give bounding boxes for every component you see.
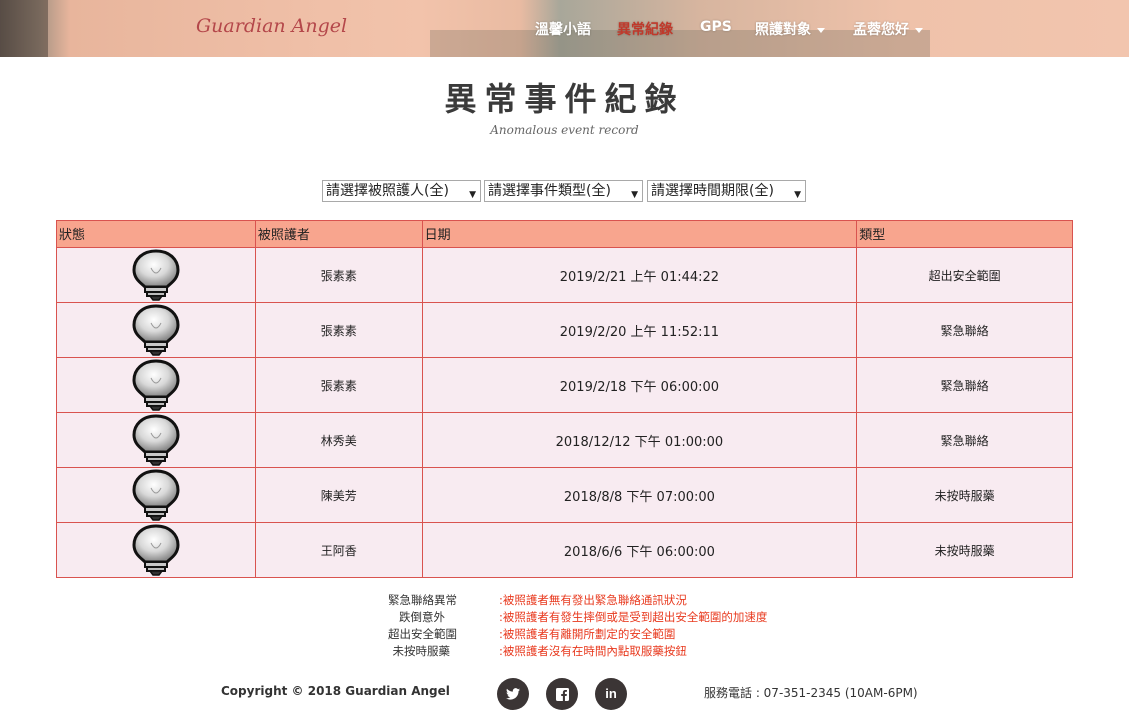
- nav-item-label: 照護對象: [755, 22, 811, 38]
- event-type-cell: 未按時服藥: [856, 522, 1073, 578]
- table-row: 陳美芳 2018/8/8 下午 07:00:00 未按時服藥: [56, 467, 1073, 523]
- event-type-filter-select[interactable]: 請選擇事件類型(全) ▼: [484, 180, 643, 202]
- legend-description: :被照護者有離開所劃定的安全範圍: [499, 627, 676, 641]
- facebook-icon[interactable]: [546, 678, 578, 710]
- table-row: 張素素 2019/2/21 上午 01:44:22 超出安全範圍: [56, 247, 1073, 303]
- legend-term: 未按時服藥: [392, 644, 451, 658]
- legend-item: 超出安全範圍 :被照護者有離開所劃定的安全範圍: [0, 626, 1129, 643]
- legend-term: 緊急聯絡異常: [388, 593, 457, 607]
- nav-item-anomaly-records[interactable]: 異常紀錄: [617, 19, 673, 39]
- event-type-cell: 未按時服藥: [856, 467, 1073, 523]
- legend-term: 跌倒意外: [399, 610, 445, 624]
- nav-item-user-menu[interactable]: 孟蓉您好: [853, 19, 923, 39]
- care-recipient-cell: 陳美芳: [254, 467, 423, 523]
- dropdown-arrow-icon: ▼: [469, 190, 476, 200]
- page-title: 異常事件紀錄: [444, 80, 685, 118]
- nav-item-gps[interactable]: GPS: [700, 19, 732, 35]
- lightbulb-icon: [132, 359, 180, 411]
- status-cell: [56, 467, 256, 523]
- caret-down-icon: [817, 27, 825, 33]
- navbar-background-shade: [0, 0, 48, 57]
- date-cell: 2019/2/20 上午 11:52:11: [421, 302, 858, 358]
- table-row: 林秀美 2018/12/12 下午 01:00:00 緊急聯絡: [56, 412, 1073, 468]
- event-type-cell: 緊急聯絡: [856, 357, 1073, 413]
- table-row: 王阿香 2018/6/6 下午 06:00:00 未按時服藥: [56, 522, 1073, 578]
- date-cell: 2019/2/18 下午 06:00:00: [421, 357, 858, 413]
- lightbulb-icon: [132, 524, 180, 576]
- linkedin-icon[interactable]: in: [595, 678, 627, 710]
- facebook-icon: [555, 687, 569, 701]
- column-header-status: 狀態: [56, 220, 256, 248]
- date-cell: 2018/12/12 下午 01:00:00: [421, 412, 858, 468]
- legend-term: 超出安全範圍: [388, 627, 457, 641]
- legend-item: 未按時服藥 :被照護者沒有在時間內點取服藥按鈕: [0, 643, 1129, 660]
- dropdown-arrow-icon: ▼: [794, 190, 801, 200]
- table-header-row: 狀態 被照護者 日期 類型: [56, 220, 1073, 248]
- column-header-care-recipient: 被照護者: [254, 220, 423, 248]
- brand-logo[interactable]: Guardian Angel: [196, 15, 347, 37]
- date-cell: 2018/6/6 下午 06:00:00: [421, 522, 858, 578]
- event-type-cell: 超出安全範圍: [856, 247, 1073, 303]
- person-filter-select[interactable]: 請選擇被照護人(全) ▼: [322, 180, 481, 202]
- lightbulb-icon: [132, 304, 180, 356]
- copyright-text: Copyright © 2018 Guardian Angel: [221, 684, 450, 698]
- date-cell: 2019/2/21 上午 01:44:22: [421, 247, 858, 303]
- table-row: 張素素 2019/2/20 上午 11:52:11 緊急聯絡: [56, 302, 1073, 358]
- select-value: 請選擇事件類型(全): [488, 183, 611, 199]
- anomaly-events-table: 狀態 被照護者 日期 類型 張素素 2019/2/21 上午 01:44:22 超出…: [56, 220, 1073, 578]
- legend-description: :被照護者無有發出緊急聯絡通訊狀況: [499, 593, 687, 607]
- column-header-date: 日期: [421, 220, 858, 248]
- care-recipient-cell: 林秀美: [254, 412, 423, 468]
- time-range-filter-select[interactable]: 請選擇時間期限(全) ▼: [647, 180, 806, 202]
- status-cell: [56, 522, 256, 578]
- care-recipient-cell: 張素素: [254, 302, 423, 358]
- status-cell: [56, 302, 256, 358]
- nav-item-label: 孟蓉您好: [853, 22, 909, 38]
- lightbulb-icon: [132, 469, 180, 521]
- status-cell: [56, 412, 256, 468]
- nav-item-care-targets[interactable]: 照護對象: [755, 19, 825, 39]
- service-phone: 服務電話 : 07-351-2345 (10AM-6PM): [704, 686, 918, 700]
- twitter-icon: [506, 688, 520, 700]
- legend-item: 跌倒意外 :被照護者有發生摔倒或是受到超出安全範圍的加速度: [0, 609, 1129, 626]
- date-cell: 2018/8/8 下午 07:00:00: [421, 467, 858, 523]
- select-value: 請選擇被照護人(全): [326, 183, 449, 199]
- nav-item-warm-words[interactable]: 溫馨小語: [535, 19, 591, 39]
- twitter-icon[interactable]: [497, 678, 529, 710]
- legend-item: 緊急聯絡異常 :被照護者無有發出緊急聯絡通訊狀況: [0, 592, 1129, 609]
- navbar: Guardian Angel 溫馨小語 異常紀錄 GPS 照護對象 孟蓉您好: [0, 0, 1129, 57]
- event-type-cell: 緊急聯絡: [856, 412, 1073, 468]
- lightbulb-icon: [132, 249, 180, 301]
- column-header-type: 類型: [856, 220, 1073, 248]
- status-cell: [56, 357, 256, 413]
- table-row: 張素素 2019/2/18 下午 06:00:00 緊急聯絡: [56, 357, 1073, 413]
- table-body: 張素素 2019/2/21 上午 01:44:22 超出安全範圍 張素素 2019/2/…: [56, 247, 1073, 578]
- caret-down-icon: [915, 27, 923, 33]
- page-subtitle: Anomalous event record: [490, 123, 639, 137]
- care-recipient-cell: 王阿香: [254, 522, 423, 578]
- care-recipient-cell: 張素素: [254, 357, 423, 413]
- care-recipient-cell: 張素素: [254, 247, 423, 303]
- lightbulb-icon: [132, 414, 180, 466]
- legend-description: :被照護者有發生摔倒或是受到超出安全範圍的加速度: [499, 610, 768, 624]
- status-cell: [56, 247, 256, 303]
- dropdown-arrow-icon: ▼: [631, 190, 638, 200]
- linkedin-glyph: in: [605, 686, 617, 701]
- legend-description: :被照護者沒有在時間內點取服藥按鈕: [499, 644, 687, 658]
- select-value: 請選擇時間期限(全): [651, 183, 774, 199]
- event-type-cell: 緊急聯絡: [856, 302, 1073, 358]
